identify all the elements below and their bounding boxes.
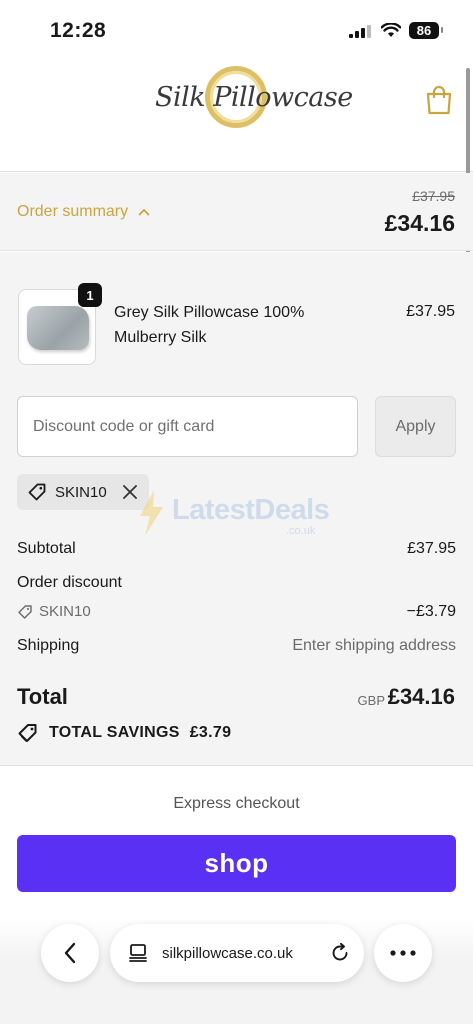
browser-toolbar: silkpillowcase.co.uk (0, 918, 473, 1024)
order-summary-toggle[interactable]: Order summary (17, 203, 150, 221)
discount-amount: −£3.79 (406, 603, 456, 620)
shipping-value: Enter shipping address (292, 637, 456, 654)
address-bar[interactable]: silkpillowcase.co.uk (110, 924, 364, 982)
pillowcase-image (27, 306, 89, 350)
status-bar: 12:28 86 (0, 0, 473, 62)
savings-tag-icon (18, 724, 37, 742)
battery-indicator: 86 (409, 22, 443, 39)
total-currency: GBP (357, 693, 385, 708)
shop-pay-button[interactable]: shop (17, 835, 456, 892)
status-time: 12:28 (50, 19, 107, 42)
total-label: Total (17, 684, 68, 709)
discount-detail-code: SKIN10 (17, 603, 456, 620)
cellular-signal-icon (349, 24, 371, 38)
shipping-row: Shipping Enter shipping address (17, 637, 456, 655)
discount-code-input[interactable]: Discount code or gift card (17, 396, 358, 457)
wifi-icon (381, 23, 401, 37)
store-header: Silk Pillowcase (0, 62, 473, 172)
store-logo[interactable]: Silk Pillowcase (155, 62, 353, 140)
summary-total-price: £34.16 (384, 210, 455, 236)
total-price: £34.16 (387, 684, 455, 709)
total-savings: TOTAL SAVINGS £3.79 (17, 722, 231, 744)
watermark-logo: LatestDeals .co.uk (136, 490, 346, 540)
order-discount-row: Order discount (17, 574, 456, 592)
savings-value: £3.79 (189, 724, 232, 741)
lightning-bolt-icon (140, 490, 163, 536)
status-icons: 86 (349, 22, 443, 39)
url-text: silkpillowcase.co.uk (162, 944, 293, 962)
product-name: Grey Silk Pillowcase 100% Mulberry Silk (114, 304, 305, 346)
applied-discount-chip: SKIN10 (17, 474, 149, 510)
product-price: £37.95 (406, 303, 455, 320)
order-summary-label: Order summary (17, 203, 129, 220)
discount-detail-row: SKIN10 −£3.79 (17, 603, 456, 620)
order-summary-bar[interactable]: Order summary £37.95 £34.16 (0, 173, 473, 251)
chevron-left-icon (64, 942, 76, 964)
watermark-subtext: .co.uk (286, 525, 316, 537)
tag-icon (18, 604, 32, 619)
reload-icon[interactable] (330, 943, 350, 963)
logo-text: Silk Pillowcase (155, 82, 353, 113)
chevron-up-icon (138, 208, 150, 216)
back-button[interactable] (41, 924, 99, 982)
shopping-bag-icon[interactable] (425, 84, 453, 116)
more-options-button[interactable] (374, 924, 432, 982)
original-price: £37.95 (412, 188, 455, 204)
subtotal-row: Subtotal £37.95 (17, 540, 456, 558)
ellipsis-icon (390, 950, 416, 956)
apply-discount-button[interactable]: Apply (375, 396, 456, 457)
watermark-text: LatestDeals (172, 494, 330, 526)
applied-discount-code: SKIN10 (55, 483, 107, 501)
quantity-badge: 1 (78, 283, 102, 307)
order-summary-panel: 1 Grey Silk Pillowcase 100% Mulberry Sil… (0, 252, 473, 766)
savings-label: TOTAL SAVINGS (49, 724, 180, 741)
tag-icon (28, 483, 46, 501)
page-menu-icon[interactable] (128, 943, 148, 963)
order-discount-label: Order discount (17, 574, 122, 591)
subtotal-label: Subtotal (17, 540, 76, 557)
subtotal-value: £37.95 (407, 540, 456, 557)
express-checkout-label: Express checkout (173, 795, 300, 812)
shipping-label: Shipping (17, 637, 80, 654)
discount-code-label: SKIN10 (39, 603, 91, 620)
